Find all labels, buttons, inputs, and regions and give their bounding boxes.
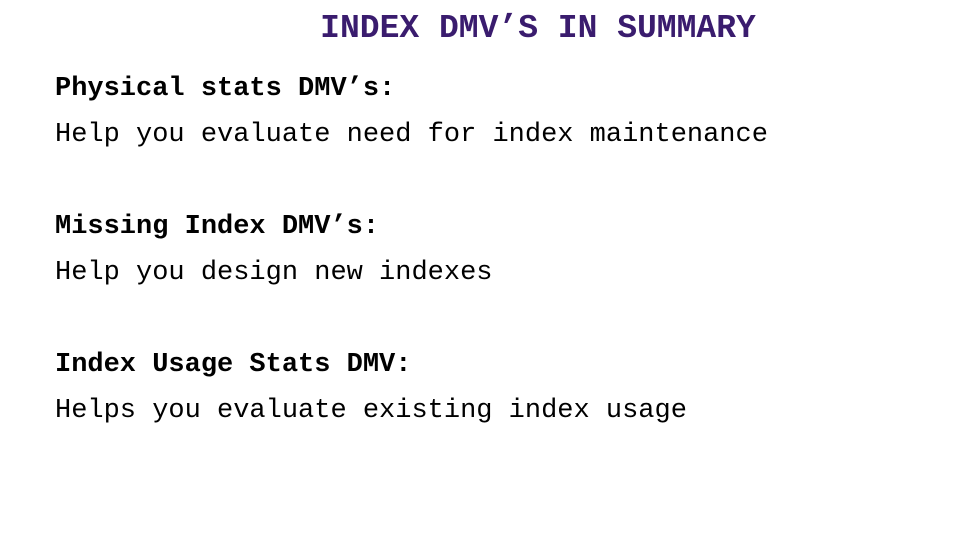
section-index-usage: Index Usage Stats DMV: Helps you evaluat… (55, 342, 687, 434)
section-description: Help you evaluate need for index mainten… (55, 120, 768, 150)
slide-title: INDEX DMV’S IN SUMMARY (320, 10, 756, 47)
section-description: Helps you evaluate existing index usage (55, 396, 687, 426)
section-heading: Missing Index DMV’s: (55, 212, 380, 242)
section-physical-stats: Physical stats DMV’s: Help you evaluate … (55, 66, 768, 158)
section-heading: Physical stats DMV’s: (55, 74, 396, 104)
section-missing-index: Missing Index DMV’s: Help you design new… (55, 204, 492, 296)
section-heading: Index Usage Stats DMV: (55, 350, 412, 380)
section-description: Help you design new indexes (55, 258, 493, 288)
